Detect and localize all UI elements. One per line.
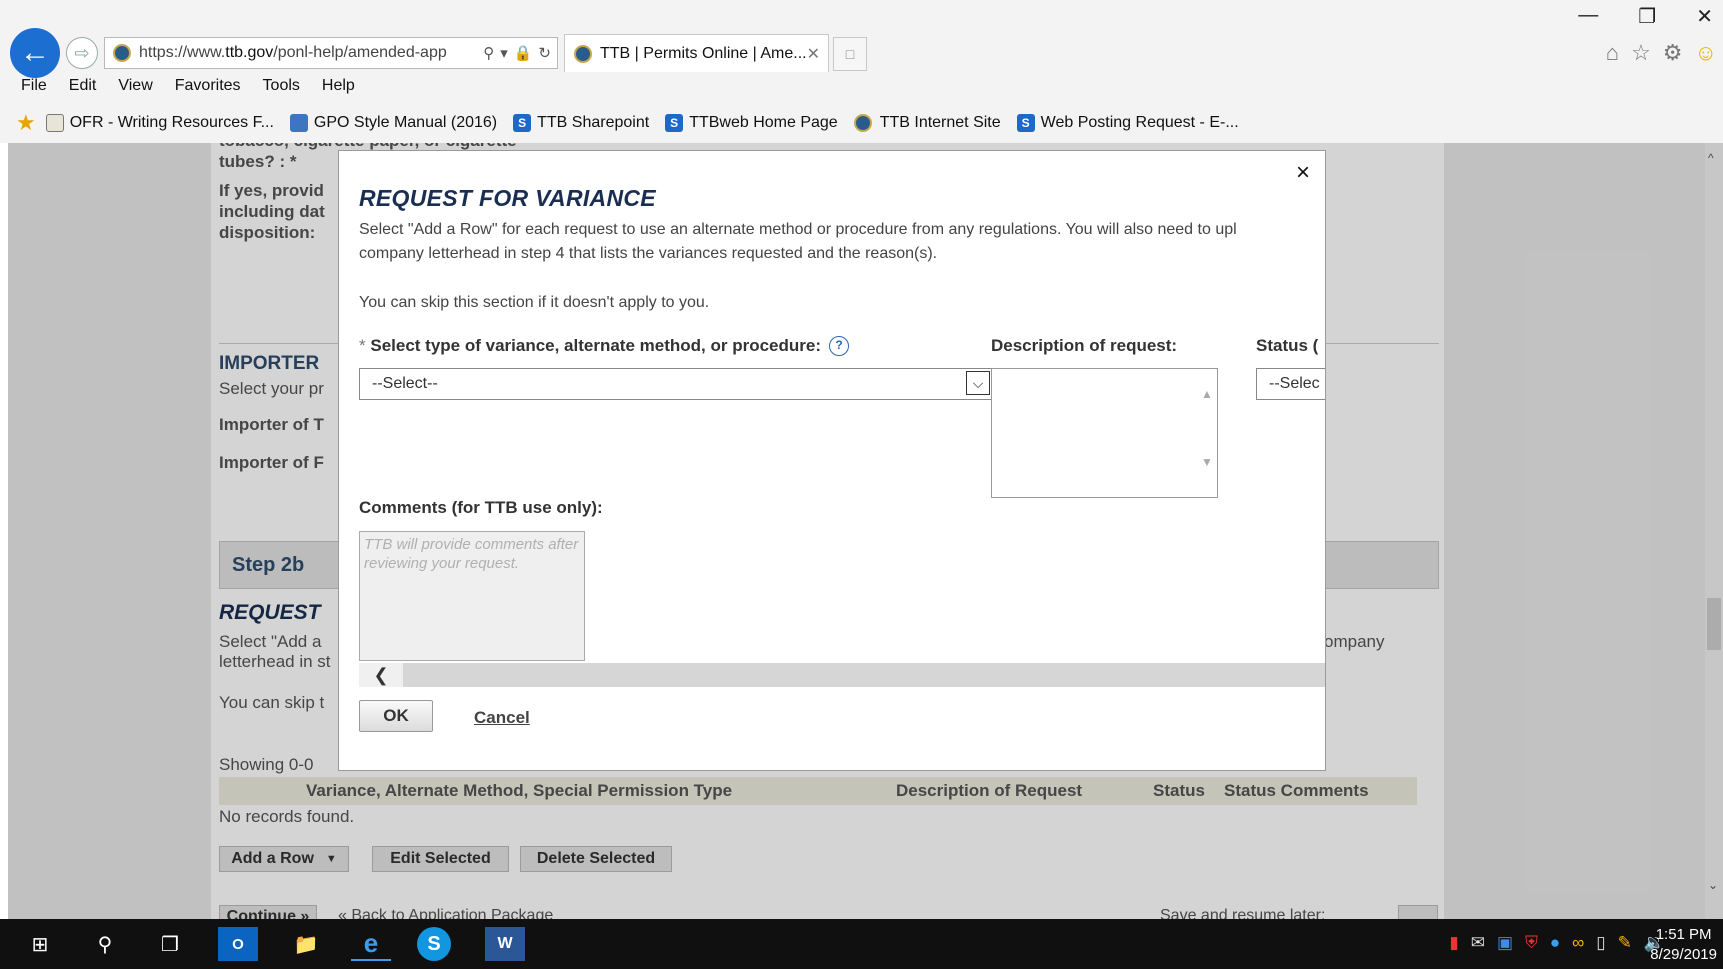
system-tray: ▮ ✉ ▣ ⛨ ● ∞ ▯ ✎ 🔉 xyxy=(1449,933,1665,953)
windows-start-icon[interactable]: ⊞ xyxy=(20,927,60,961)
menu-view[interactable]: View xyxy=(118,77,152,103)
minimize-icon[interactable]: — xyxy=(1578,4,1598,29)
word-icon[interactable]: W xyxy=(485,927,525,961)
restore-icon[interactable]: ❐ xyxy=(1638,4,1656,29)
favorites-bar: ★ OFR - Writing Resources F... GPO Style… xyxy=(0,108,1255,138)
browser-tab[interactable]: TTB | Permits Online | Ame... ✕ xyxy=(564,34,829,72)
favorite-ttb-sharepoint[interactable]: S TTB Sharepoint xyxy=(513,114,649,132)
tray-note-icon[interactable]: ✎ xyxy=(1618,933,1632,953)
menu-tools[interactable]: Tools xyxy=(263,77,300,103)
request-for-variance-dialog: × REQUEST FOR VARIANCE Select "Add a Row… xyxy=(338,150,1326,771)
mcafee-shield-icon[interactable]: ⛨ xyxy=(1525,933,1538,953)
site-shield-icon xyxy=(113,44,131,62)
help-icon[interactable]: ? xyxy=(829,336,849,356)
window-controls: — ❐ ✕ xyxy=(1578,4,1713,29)
tab-title: TTB | Permits Online | Ame... xyxy=(600,44,807,62)
dropdown-arrow-icon[interactable]: ▾ xyxy=(500,44,508,62)
lock-icon[interactable]: 🔒 xyxy=(514,44,533,62)
sharepoint-icon: S xyxy=(513,114,532,132)
ok-button[interactable]: OK xyxy=(359,700,433,732)
browser-tool-icons: ⌂ ☆ ⚙ ☺ xyxy=(1606,40,1717,66)
variance-type-value: --Select-- xyxy=(372,375,438,392)
textarea-scrollbar[interactable]: ▲ ▼ xyxy=(1197,369,1217,497)
menu-file[interactable]: File xyxy=(21,77,47,103)
horizontal-scrollbar[interactable]: ❮ xyxy=(359,663,1325,687)
menu-edit[interactable]: Edit xyxy=(69,77,97,103)
close-icon[interactable]: × xyxy=(1296,159,1310,187)
comments-label: Comments (for TTB use only): xyxy=(359,498,603,517)
variance-type-select[interactable]: --Select-- ⌵ xyxy=(359,368,993,400)
favorites-star-icon[interactable]: ☆ xyxy=(1631,40,1651,66)
clock-time: 1:51 PM xyxy=(1655,926,1712,943)
menu-favorites[interactable]: Favorites xyxy=(175,77,241,103)
status-label: Status ( xyxy=(1256,336,1319,355)
dialog-title: REQUEST FOR VARIANCE xyxy=(359,185,656,211)
clock-date: 8/29/2019 xyxy=(1650,946,1717,963)
dialog-intro: Select "Add a Row" for each request to u… xyxy=(359,221,1237,238)
outlook-icon[interactable]: O xyxy=(218,927,258,961)
description-textarea[interactable]: ▲ ▼ xyxy=(991,368,1218,498)
feedback-smiley-icon[interactable]: ☺ xyxy=(1695,40,1717,66)
browser-chrome: ← ⇨ https://www.ttb.gov/ponl-help/amende… xyxy=(0,0,1723,143)
system-clock[interactable]: 1:51 PM 8/29/2019 xyxy=(1650,925,1717,965)
windows-taskbar: ⊞ ⚲ ❐ O 📁 e S W ▮ ✉ ▣ ⛨ ● ∞ ▯ ✎ 🔉 1:51 P… xyxy=(0,919,1723,969)
tray-app-icon[interactable]: ▮ xyxy=(1449,933,1458,953)
back-arrow-icon[interactable]: ← xyxy=(10,28,60,78)
document-icon xyxy=(45,114,64,132)
sharepoint-icon: S xyxy=(1016,114,1035,132)
forward-arrow-icon[interactable]: ⇨ xyxy=(66,37,98,69)
new-tab-button[interactable]: □ xyxy=(833,37,867,71)
variance-type-label: * Select type of variance, alternate met… xyxy=(359,336,849,356)
scroll-up-icon[interactable]: ▲ xyxy=(1201,387,1213,401)
comments-textarea: TTB will provide comments after reviewin… xyxy=(359,531,585,661)
file-explorer-icon[interactable]: 📁 xyxy=(286,927,326,961)
tab-close-icon[interactable]: ✕ xyxy=(807,44,820,64)
refresh-icon[interactable]: ↻ xyxy=(538,44,551,62)
menu-help[interactable]: Help xyxy=(322,77,355,103)
skip-note: You can skip this section if it doesn't … xyxy=(359,294,710,311)
favorite-ofr[interactable]: OFR - Writing Resources F... xyxy=(45,114,274,132)
address-url: https://www.ttb.gov/ponl-help/amended-ap… xyxy=(139,44,447,61)
search-icon[interactable]: ⚲ xyxy=(85,927,125,961)
ttb-shield-icon xyxy=(853,114,872,132)
outlook-tray-icon[interactable]: ▣ xyxy=(1497,933,1513,953)
address-bar[interactable]: https://www.ttb.gov/ponl-help/amended-ap… xyxy=(104,37,558,69)
favorite-ttbweb-home[interactable]: S TTBweb Home Page xyxy=(665,114,838,132)
favorites-add-star-icon[interactable]: ★ xyxy=(16,110,36,136)
description-label: Description of request: xyxy=(991,336,1178,355)
close-window-icon[interactable]: ✕ xyxy=(1696,4,1713,29)
favorite-ttb-internet[interactable]: TTB Internet Site xyxy=(853,114,1001,132)
scroll-left-icon[interactable]: ❮ xyxy=(359,663,403,687)
internet-explorer-icon[interactable]: e xyxy=(351,927,391,961)
gpo-icon xyxy=(289,114,308,132)
favorite-gpo[interactable]: GPO Style Manual (2016) xyxy=(289,114,497,132)
usb-device-icon[interactable]: ▯ xyxy=(1596,933,1605,953)
required-mark: * xyxy=(359,336,366,355)
menu-bar: File Edit View Favorites Tools Help xyxy=(0,77,355,103)
scroll-down-icon[interactable]: ▼ xyxy=(1201,455,1213,469)
favorite-web-posting[interactable]: S Web Posting Request - E-... xyxy=(1016,114,1239,132)
tray-link-icon[interactable]: ∞ xyxy=(1572,933,1584,953)
task-view-icon[interactable]: ❐ xyxy=(150,927,190,961)
home-icon[interactable]: ⌂ xyxy=(1606,40,1619,66)
search-icon[interactable]: ⚲ xyxy=(483,44,494,62)
dialog-intro: company letterhead in step 4 that lists … xyxy=(359,245,938,262)
mail-icon[interactable]: ✉ xyxy=(1471,933,1485,953)
cancel-link[interactable]: Cancel xyxy=(474,708,530,728)
sharepoint-icon: S xyxy=(665,114,684,132)
settings-gear-icon[interactable]: ⚙ xyxy=(1663,40,1683,66)
tab-favicon-icon xyxy=(574,44,592,63)
status-select[interactable]: --Selec xyxy=(1256,368,1325,400)
chevron-down-icon[interactable]: ⌵ xyxy=(966,371,990,395)
skype-icon[interactable]: S xyxy=(417,927,451,961)
skype-tray-icon[interactable]: ● xyxy=(1550,933,1560,953)
